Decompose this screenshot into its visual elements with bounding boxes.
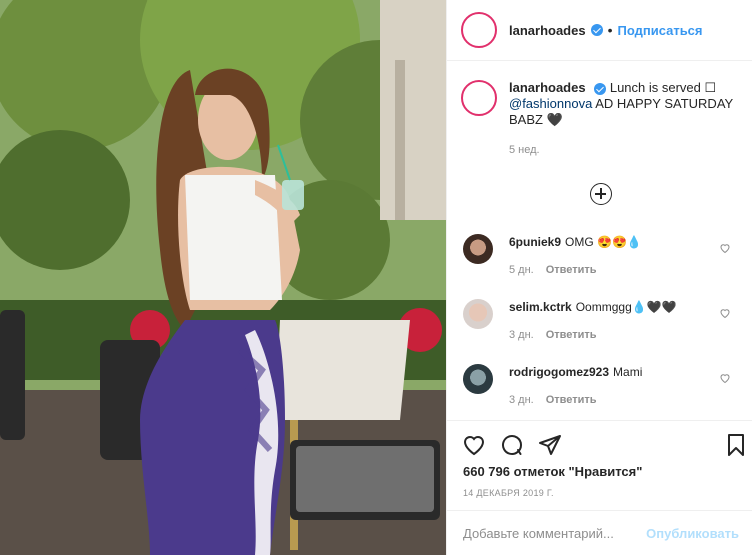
commenter-avatar[interactable] [463, 364, 493, 394]
caption-mention[interactable]: @fashionnova [509, 96, 592, 111]
heart-icon[interactable] [719, 307, 731, 319]
comment-time[interactable]: 5 дн. [509, 264, 534, 276]
commenter-avatar[interactable] [463, 234, 493, 264]
share-icon[interactable] [538, 433, 562, 457]
post-header: lanarhoades • Подписаться [447, 0, 752, 61]
publish-button[interactable]: Опубликовать [646, 526, 739, 541]
commenter-avatar[interactable] [463, 299, 493, 329]
comment-icon[interactable] [500, 433, 524, 457]
heart-icon[interactable] [719, 372, 731, 384]
caption-time[interactable]: 5 нед. [509, 142, 741, 158]
comment-item: selim.kctrk Oommggg💧🖤🖤 3 дн. Ответить [463, 299, 743, 343]
post-date[interactable]: 14 ДЕКАБРЯ 2019 Г. [463, 488, 554, 498]
heart-icon[interactable] [462, 433, 486, 457]
post-actions: 660 796 отметок "Нравится" 14 ДЕКАБРЯ 20… [447, 420, 752, 510]
comment-text: Mami [613, 365, 643, 379]
comment-text: Oommggg💧🖤🖤 [575, 300, 677, 314]
comment-username[interactable]: selim.kctrk [509, 300, 572, 314]
author-username[interactable]: lanarhoades [509, 23, 586, 38]
reply-button[interactable]: Ответить [546, 329, 597, 341]
comment-text: OMG 😍😍💧 [565, 235, 642, 249]
reply-button[interactable]: Ответить [546, 264, 597, 276]
comment-time[interactable]: 3 дн. [509, 329, 534, 341]
follow-button[interactable]: Подписаться [618, 23, 703, 38]
author-avatar[interactable] [461, 12, 497, 48]
post-photo[interactable] [0, 0, 446, 555]
add-comment-bar: Добавьте комментарий... Опубликовать [447, 510, 752, 555]
reply-button[interactable]: Ответить [546, 394, 597, 406]
caption-username[interactable]: lanarhoades [509, 80, 586, 95]
comment-input[interactable]: Добавьте комментарий... [463, 526, 646, 541]
separator-dot: • [607, 22, 613, 38]
verified-badge-icon [594, 82, 607, 95]
caption-avatar[interactable] [461, 80, 497, 116]
plus-circle-icon[interactable] [590, 183, 612, 205]
post-caption: lanarhoades Lunch is served ☐ @fashionno… [461, 80, 741, 158]
comment-item: rodrigogomez923 Mami 3 дн. Ответить [463, 364, 743, 408]
verified-badge-icon [590, 24, 603, 36]
heart-icon[interactable] [719, 242, 731, 254]
post-panel: lanarhoades • Подписаться lanarhoades Lu… [446, 0, 752, 555]
comment-item: 6puniek9 OMG 😍😍💧 5 дн. Ответить [463, 234, 743, 278]
comment-username[interactable]: 6puniek9 [509, 235, 561, 249]
likes-count[interactable]: 660 796 отметок "Нравится" [463, 464, 642, 479]
comment-username[interactable]: rodrigogomez923 [509, 365, 609, 379]
caption-text: Lunch is served ☐ [609, 80, 717, 95]
bookmark-icon[interactable] [724, 433, 748, 457]
comment-time[interactable]: 3 дн. [509, 394, 534, 406]
